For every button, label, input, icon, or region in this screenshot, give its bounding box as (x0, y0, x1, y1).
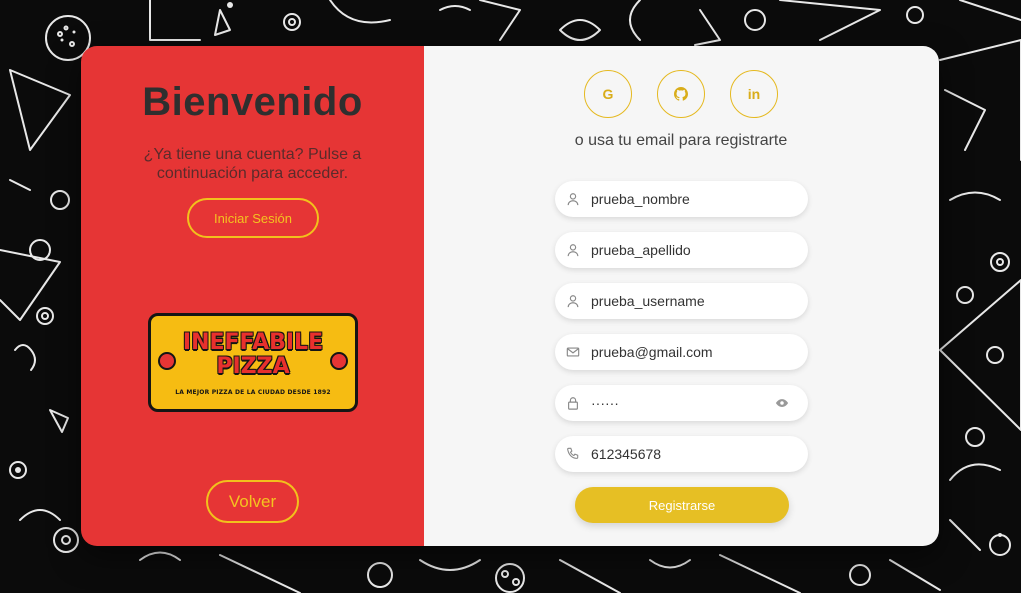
first-name-value: prueba_nombre (591, 191, 690, 207)
linkedin-icon: in (747, 86, 761, 102)
password-field[interactable]: ······ (555, 385, 808, 421)
username-field[interactable]: prueba_username (555, 283, 808, 319)
user-icon (565, 242, 581, 258)
email-field[interactable]: prueba@gmail.com (555, 334, 808, 370)
welcome-panel: Bienvenido ¿Ya tiene una cuenta? Pulse a… (81, 46, 424, 546)
email-value: prueba@gmail.com (591, 344, 713, 360)
social-login-row: G in (584, 70, 778, 118)
phone-field[interactable]: 612345678 (555, 436, 808, 472)
github-icon (674, 87, 688, 101)
mail-icon (565, 344, 581, 360)
first-name-field[interactable]: prueba_nombre (555, 181, 808, 217)
logo-tagline: LA MEJOR PIZZA DE LA CIUDAD DESDE 1892 (175, 389, 331, 396)
welcome-title: Bienvenido (142, 80, 363, 124)
phone-icon (565, 446, 581, 462)
user-icon (565, 191, 581, 207)
last-name-value: prueba_apellido (591, 242, 691, 258)
google-icon: G (602, 86, 614, 102)
phone-value: 612345678 (591, 446, 662, 462)
eye-icon[interactable] (774, 395, 790, 411)
google-login-button[interactable]: G (584, 70, 632, 118)
lock-icon (565, 395, 581, 411)
user-icon (565, 293, 581, 309)
email-register-caption: o usa tu email para registrarte (574, 132, 788, 149)
logo-name-line1: INEFFABILE (182, 330, 324, 355)
welcome-subtitle: ¿Ya tiene una cuenta? Pulse a continuaci… (143, 146, 362, 182)
ineffabile-pizza-logo: INEFFABILE PIZZA LA MEJOR PIZZA DE LA CI… (148, 313, 358, 412)
login-button[interactable]: Iniciar Sesión (187, 198, 319, 238)
register-button[interactable]: Registrarse (575, 487, 789, 523)
username-value: prueba_username (591, 293, 705, 309)
back-button[interactable]: Volver (206, 480, 299, 523)
github-login-button[interactable] (657, 70, 705, 118)
linkedin-login-button[interactable]: in (730, 70, 778, 118)
register-panel: G in o usa tu email para registrarte pru… (424, 46, 939, 546)
signup-card: Bienvenido ¿Ya tiene una cuenta? Pulse a… (81, 46, 939, 546)
password-value: ······ (591, 395, 619, 411)
logo-name-line2: PIZZA (216, 354, 290, 379)
last-name-field[interactable]: prueba_apellido (555, 232, 808, 268)
